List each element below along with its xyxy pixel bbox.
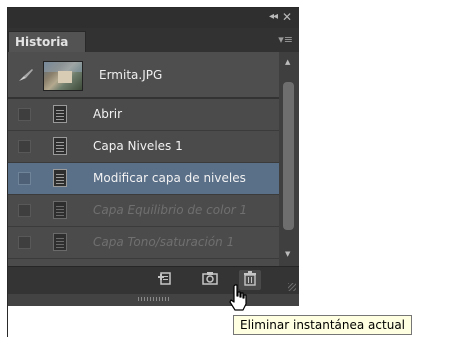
- snapshot-name: Ermita.JPG: [99, 68, 163, 82]
- document-icon: [53, 169, 67, 187]
- history-brush-source-box[interactable]: [18, 204, 31, 217]
- history-panel: ◂◂ ✕ Historia ▾≡ Ermita.JPG Abrir Capa N…: [8, 8, 299, 306]
- tooltip: Eliminar instantánea actual: [233, 315, 412, 335]
- tab-historia[interactable]: Historia: [8, 31, 86, 52]
- panel-footer-toolbar: [8, 266, 299, 294]
- new-document-from-state-button[interactable]: [154, 270, 176, 290]
- snapshot-row[interactable]: Ermita.JPG: [8, 52, 279, 99]
- document-icon: [53, 201, 67, 219]
- panel-tabbar: Historia ▾≡: [8, 28, 299, 52]
- panel-drag-handle[interactable]: [138, 297, 170, 301]
- vertical-scrollbar[interactable]: ▲ ▼: [279, 52, 299, 266]
- history-state-row[interactable]: Capa Niveles 1: [8, 131, 279, 163]
- snapshot-thumbnail: [43, 61, 83, 91]
- collapse-icon[interactable]: ◂◂: [269, 11, 278, 22]
- camera-icon: [202, 272, 218, 285]
- history-brush-source-box[interactable]: [18, 236, 31, 249]
- history-state-row-undone[interactable]: Capa Equilibrio de color 1: [8, 195, 279, 227]
- close-icon[interactable]: ✕: [282, 10, 292, 24]
- history-brush-source-box[interactable]: [18, 140, 31, 153]
- document-icon: [53, 137, 67, 155]
- history-brush-source-box[interactable]: [18, 172, 31, 185]
- scroll-up-icon[interactable]: ▲: [285, 58, 290, 66]
- history-brush-icon[interactable]: [18, 68, 34, 82]
- history-state-label: Abrir: [93, 107, 123, 121]
- panel-menu-icon[interactable]: ▾≡: [278, 33, 293, 46]
- resize-grip-icon[interactable]: [288, 283, 296, 291]
- new-snapshot-button[interactable]: [199, 270, 221, 290]
- history-state-label: Modificar capa de niveles: [93, 171, 246, 185]
- history-state-row[interactable]: Abrir: [8, 99, 279, 131]
- history-state-label: Capa Tono/saturación 1: [93, 235, 235, 249]
- panel-titlebar[interactable]: ◂◂ ✕: [8, 8, 299, 28]
- new-document-from-state-icon: [158, 272, 171, 285]
- history-state-label: Capa Equilibrio de color 1: [93, 203, 248, 217]
- history-state-row-selected[interactable]: Modificar capa de niveles: [8, 163, 279, 195]
- history-states: Abrir Capa Niveles 1 Modificar capa de n…: [8, 99, 279, 259]
- scroll-thumb[interactable]: [283, 82, 294, 230]
- hand-cursor-icon: [229, 284, 247, 311]
- history-state-row-undone[interactable]: Capa Tono/saturación 1: [8, 227, 279, 259]
- tab-label: Historia: [15, 35, 69, 49]
- document-icon: [53, 233, 67, 251]
- scroll-down-icon[interactable]: ▼: [285, 250, 290, 258]
- history-brush-source-box[interactable]: [18, 108, 31, 121]
- document-icon: [53, 105, 67, 123]
- history-list: Ermita.JPG Abrir Capa Niveles 1 Modifica…: [8, 52, 299, 266]
- history-state-label: Capa Niveles 1: [93, 139, 183, 153]
